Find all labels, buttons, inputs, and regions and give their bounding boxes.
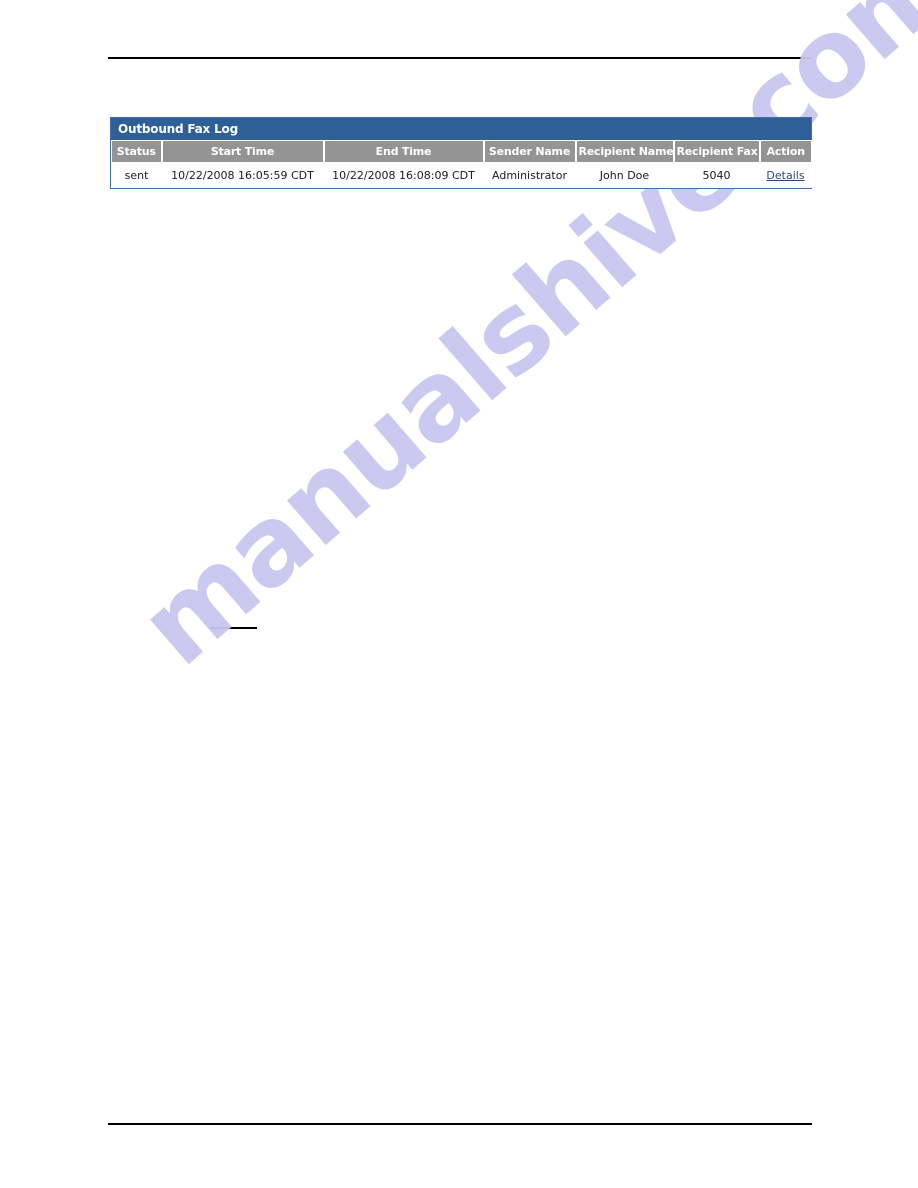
column-header-status[interactable]: Status	[111, 140, 163, 164]
fax-log-table: Status Start Time End Time Sender Name R…	[111, 140, 812, 188]
cell-recipient-fax: 5040	[673, 163, 760, 188]
cell-recipient-name: John Doe	[575, 163, 674, 188]
column-header-end-time[interactable]: End Time	[323, 140, 485, 164]
column-header-recipient-fax[interactable]: Recipient Fax	[673, 140, 761, 164]
cell-end-time: 10/22/2008 16:08:09 CDT	[323, 163, 484, 188]
outbound-fax-log-panel: Outbound Fax Log Status Start Time End T…	[110, 117, 812, 189]
fax-log-table-body: sent 10/22/2008 16:05:59 CDT 10/22/2008 …	[111, 163, 812, 188]
fax-log-table-head: Status Start Time End Time Sender Name R…	[111, 140, 812, 164]
cell-action: Details	[759, 163, 812, 188]
column-header-recipient-name[interactable]: Recipient Name	[575, 140, 675, 164]
cell-status: sent	[111, 163, 162, 188]
cell-sender-name: Administrator	[483, 163, 576, 188]
header-rule	[108, 57, 812, 59]
column-header-action[interactable]: Action	[759, 140, 812, 164]
cell-start-time: 10/22/2008 16:05:59 CDT	[161, 163, 324, 188]
column-header-sender-name[interactable]: Sender Name	[483, 140, 577, 164]
details-link[interactable]: Details	[766, 169, 804, 182]
panel-title: Outbound Fax Log	[111, 118, 811, 140]
underline-mark	[210, 627, 257, 629]
watermark-text: manualshive.com	[116, 0, 918, 690]
watermark: manualshive.com	[50, 0, 918, 890]
footer-rule	[108, 1123, 812, 1125]
table-row: sent 10/22/2008 16:05:59 CDT 10/22/2008 …	[111, 163, 812, 188]
column-header-start-time[interactable]: Start Time	[161, 140, 325, 164]
table-header-row: Status Start Time End Time Sender Name R…	[111, 140, 812, 164]
